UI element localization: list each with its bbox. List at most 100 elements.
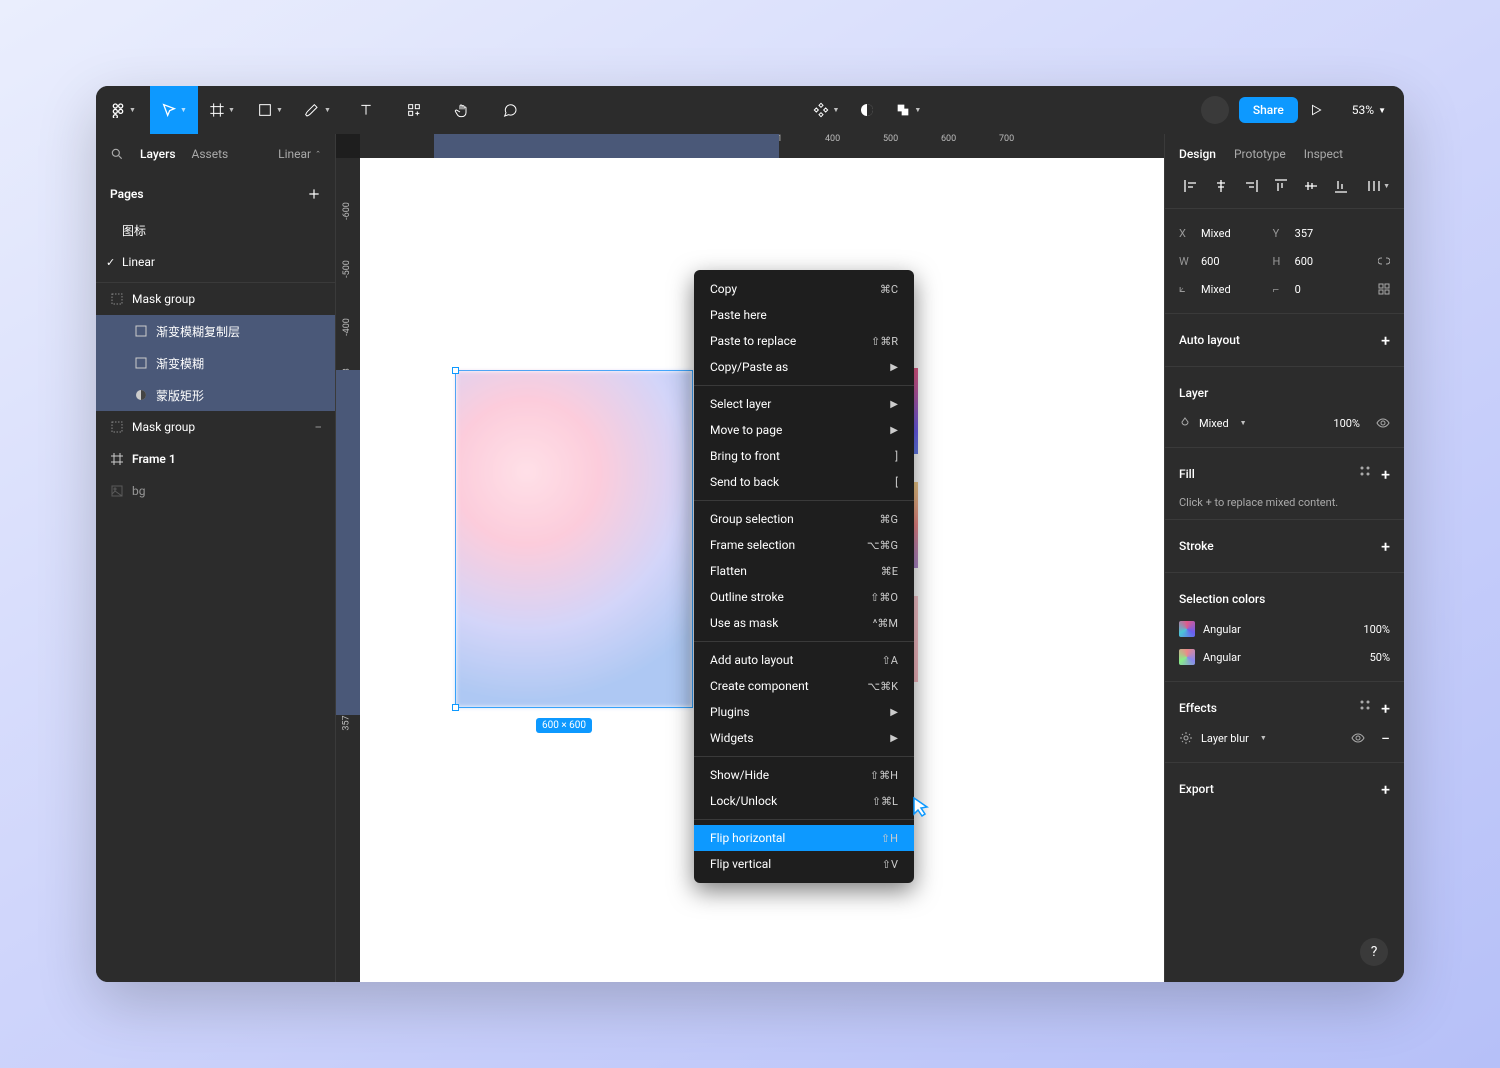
mask-icon (859, 102, 875, 118)
remove-effect[interactable]: − (1381, 729, 1390, 748)
share-button[interactable]: Share (1239, 97, 1298, 123)
tab-inspect[interactable]: Inspect (1304, 147, 1343, 161)
tab-prototype[interactable]: Prototype (1234, 147, 1286, 161)
layer-header: Layer (1179, 386, 1208, 400)
context-menu-item[interactable]: Plugins▶ (694, 699, 914, 725)
corner-input[interactable]: 0 (1295, 283, 1301, 296)
context-menu-item[interactable]: Group selection⌘G (694, 506, 914, 532)
context-menu-item[interactable]: Use as mask^⌘M (694, 610, 914, 636)
add-fill[interactable]: + (1381, 465, 1390, 484)
help-button[interactable]: ? (1360, 938, 1388, 966)
add-auto-layout[interactable]: + (1381, 331, 1390, 350)
align-more[interactable]: ▼ (1366, 174, 1390, 198)
boolean-button[interactable]: ▼ (895, 86, 921, 134)
add-stroke[interactable]: + (1381, 537, 1390, 556)
effect-icon[interactable] (1179, 731, 1193, 745)
context-menu-item[interactable]: Widgets▶ (694, 725, 914, 751)
present-button[interactable] (1298, 92, 1334, 128)
zoom-dropdown[interactable]: 53% ▼ (1352, 103, 1386, 117)
y-input[interactable]: 357 (1295, 227, 1314, 240)
tab-layers[interactable]: Layers (140, 147, 176, 161)
context-menu-item[interactable]: Bring to front] (694, 443, 914, 469)
context-menu-item[interactable]: Add auto layout⇧A (694, 647, 914, 673)
blend-mode[interactable]: Mixed (1199, 417, 1229, 430)
file-dropdown[interactable]: Linear ⌃ (278, 147, 321, 161)
styles-icon[interactable] (1359, 699, 1371, 711)
stroke-header: Stroke (1179, 539, 1214, 553)
move-tool[interactable]: ▼ (150, 86, 198, 134)
layer-item[interactable]: 渐变模糊复制层 (96, 315, 335, 347)
context-menu-item[interactable]: Paste here (694, 302, 914, 328)
visibility-icon[interactable] (1376, 416, 1390, 430)
independent-corners-button[interactable] (1378, 283, 1390, 295)
context-menu-item[interactable]: Send to back[ (694, 469, 914, 495)
align-left[interactable] (1179, 174, 1203, 198)
effect-visibility[interactable] (1351, 731, 1365, 745)
comment-icon (502, 102, 518, 118)
context-menu-item[interactable]: Copy⌘C (694, 276, 914, 302)
context-menu-item[interactable]: Lock/Unlock⇧⌘L (694, 788, 914, 814)
context-menu-item[interactable]: Flatten⌘E (694, 558, 914, 584)
avatar[interactable] (1201, 96, 1229, 124)
w-input[interactable]: 600 (1201, 255, 1220, 268)
styles-icon[interactable] (1359, 465, 1371, 477)
zoom-value: 53% (1352, 103, 1374, 117)
context-menu-item[interactable]: Move to page▶ (694, 417, 914, 443)
search-icon[interactable] (110, 147, 124, 161)
selection-color-row[interactable]: Angular100% (1179, 615, 1390, 643)
ruler-vertical: -600 -500 -400 -243 -100 0 100 200 300 3… (336, 158, 360, 982)
context-menu-item[interactable]: Create component⌥⌘K (694, 673, 914, 699)
pen-tool[interactable]: ▼ (294, 86, 342, 134)
selected-rectangle[interactable] (455, 370, 693, 708)
x-input[interactable]: Mixed (1201, 227, 1231, 240)
context-menu-item[interactable]: Flip horizontal⇧H (694, 825, 914, 851)
hidden-icon[interactable]: ⎯ (316, 420, 322, 434)
rotation-input[interactable]: Mixed (1201, 283, 1231, 296)
align-v-center[interactable] (1299, 174, 1323, 198)
figma-menu-button[interactable]: ▼ (96, 86, 150, 134)
page-item[interactable]: 图标 (96, 214, 335, 246)
canvas[interactable]: -379 -300 -200 -100 0 100 221 400 500 60… (336, 134, 1164, 982)
text-tool[interactable] (342, 86, 390, 134)
dimension-label: 600 × 600 (536, 718, 592, 733)
align-h-center[interactable] (1209, 174, 1233, 198)
selection-color-row[interactable]: Angular50% (1179, 643, 1390, 671)
add-page-button[interactable] (307, 187, 321, 201)
context-menu-item[interactable]: Frame selection⌥⌘G (694, 532, 914, 558)
align-bottom[interactable] (1329, 174, 1353, 198)
layer-item[interactable]: 渐变模糊 (96, 347, 335, 379)
opacity-input[interactable]: 100% (1333, 417, 1360, 430)
add-effect[interactable]: + (1381, 699, 1390, 718)
add-export[interactable]: + (1381, 780, 1390, 799)
page-item[interactable]: Linear (96, 246, 335, 278)
align-top[interactable] (1269, 174, 1293, 198)
layer-item[interactable]: Mask group (96, 283, 335, 315)
align-right[interactable] (1239, 174, 1263, 198)
mask-button[interactable] (859, 86, 875, 134)
context-menu-item[interactable]: Outline stroke⇧⌘O (694, 584, 914, 610)
frame-tool[interactable]: ▼ (198, 86, 246, 134)
resources-icon (406, 102, 422, 118)
layer-item[interactable]: bg (96, 475, 335, 507)
layer-item[interactable]: 蒙版矩形 (96, 379, 335, 411)
shape-tool[interactable]: ▼ (246, 86, 294, 134)
layer-item[interactable]: Mask group⎯ (96, 411, 335, 443)
corner-icon: ⌐ (1273, 283, 1287, 296)
link-icon[interactable] (1378, 255, 1390, 267)
effect-name[interactable]: Layer blur (1201, 732, 1249, 745)
tab-assets[interactable]: Assets (192, 147, 229, 161)
layer-item[interactable]: Frame 1 (96, 443, 335, 475)
hand-tool[interactable] (438, 86, 486, 134)
frame-icon (209, 102, 225, 118)
components-button[interactable]: ▼ (813, 86, 839, 134)
resources-button[interactable] (390, 86, 438, 134)
tab-design[interactable]: Design (1179, 147, 1216, 161)
toolbar: ▼ ▼ ▼ ▼ ▼ (96, 86, 1404, 134)
context-menu-item[interactable]: Copy/Paste as▶ (694, 354, 914, 380)
context-menu-item[interactable]: Select layer▶ (694, 391, 914, 417)
context-menu-item[interactable]: Flip vertical⇧V (694, 851, 914, 877)
context-menu-item[interactable]: Show/Hide⇧⌘H (694, 762, 914, 788)
h-input[interactable]: 600 (1295, 255, 1314, 268)
comment-tool[interactable] (486, 86, 534, 134)
context-menu-item[interactable]: Paste to replace⇧⌘R (694, 328, 914, 354)
